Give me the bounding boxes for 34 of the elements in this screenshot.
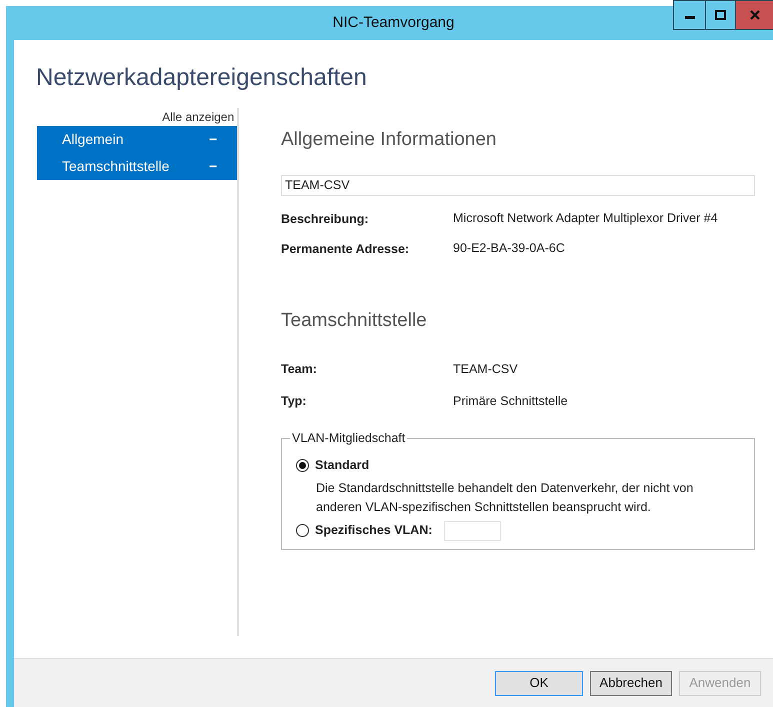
section-title: Allgemeine Informationen: [281, 128, 496, 152]
field-label: Beschreibung:: [281, 210, 370, 228]
collapse-toggle[interactable]: −: [208, 129, 218, 150]
field-value: 90-E2-BA-39-0A-6C: [453, 240, 566, 258]
section-title: Teamschnittstelle: [281, 309, 427, 333]
sidebar-item-label: Allgemein: [62, 130, 124, 149]
option-description: Die Standardschnittstelle behandelt den Datenverkehr, der nicht von anderen VLAN-spezifischen Schnittstellen beansprucht wird.: [316, 480, 694, 516]
name-field[interactable]: TEAM-CSV: [281, 174, 755, 196]
maximize-icon: [715, 10, 726, 20]
show-all-link[interactable]: Alle anzeigen: [162, 108, 234, 126]
window-title: NIC-Teamvorgang: [332, 12, 454, 33]
radio-button[interactable]: [296, 458, 309, 472]
vlan-input[interactable]: [444, 520, 502, 540]
dialog-button[interactable]: Abbrechen: [590, 670, 672, 696]
radio-label: Spezifisches VLAN:: [315, 522, 432, 540]
radio-button[interactable]: [296, 524, 309, 537]
field-value: Primäre Schnittstelle: [453, 393, 568, 410]
close-button[interactable]: [736, 0, 773, 30]
minimize-button[interactable]: [673, 0, 706, 30]
sidebar-item[interactable]: Teamschnittstelle −: [37, 153, 238, 180]
group-legend: VLAN-Mitgliedschaft: [290, 429, 408, 448]
field-label: Permanente Adresse:: [281, 241, 410, 258]
close-icon: [750, 10, 760, 20]
page-heading: Netzwerkadaptereigenschaften: [36, 63, 367, 93]
dialog-button[interactable]: OK: [495, 670, 583, 696]
collapse-toggle[interactable]: −: [208, 156, 218, 177]
field-value: TEAM-CSV: [453, 360, 518, 378]
radio-label: Standard: [315, 456, 370, 474]
maximize-button[interactable]: [706, 0, 736, 30]
field-value: Microsoft Network Adapter Multiplexor Driver #4: [453, 210, 719, 227]
sidebar-item[interactable]: Allgemein −: [37, 126, 238, 153]
sidebar-item-label: Teamschnittstelle: [62, 157, 170, 176]
field-label: Typ:: [281, 393, 308, 410]
field-label: Team:: [281, 360, 318, 378]
